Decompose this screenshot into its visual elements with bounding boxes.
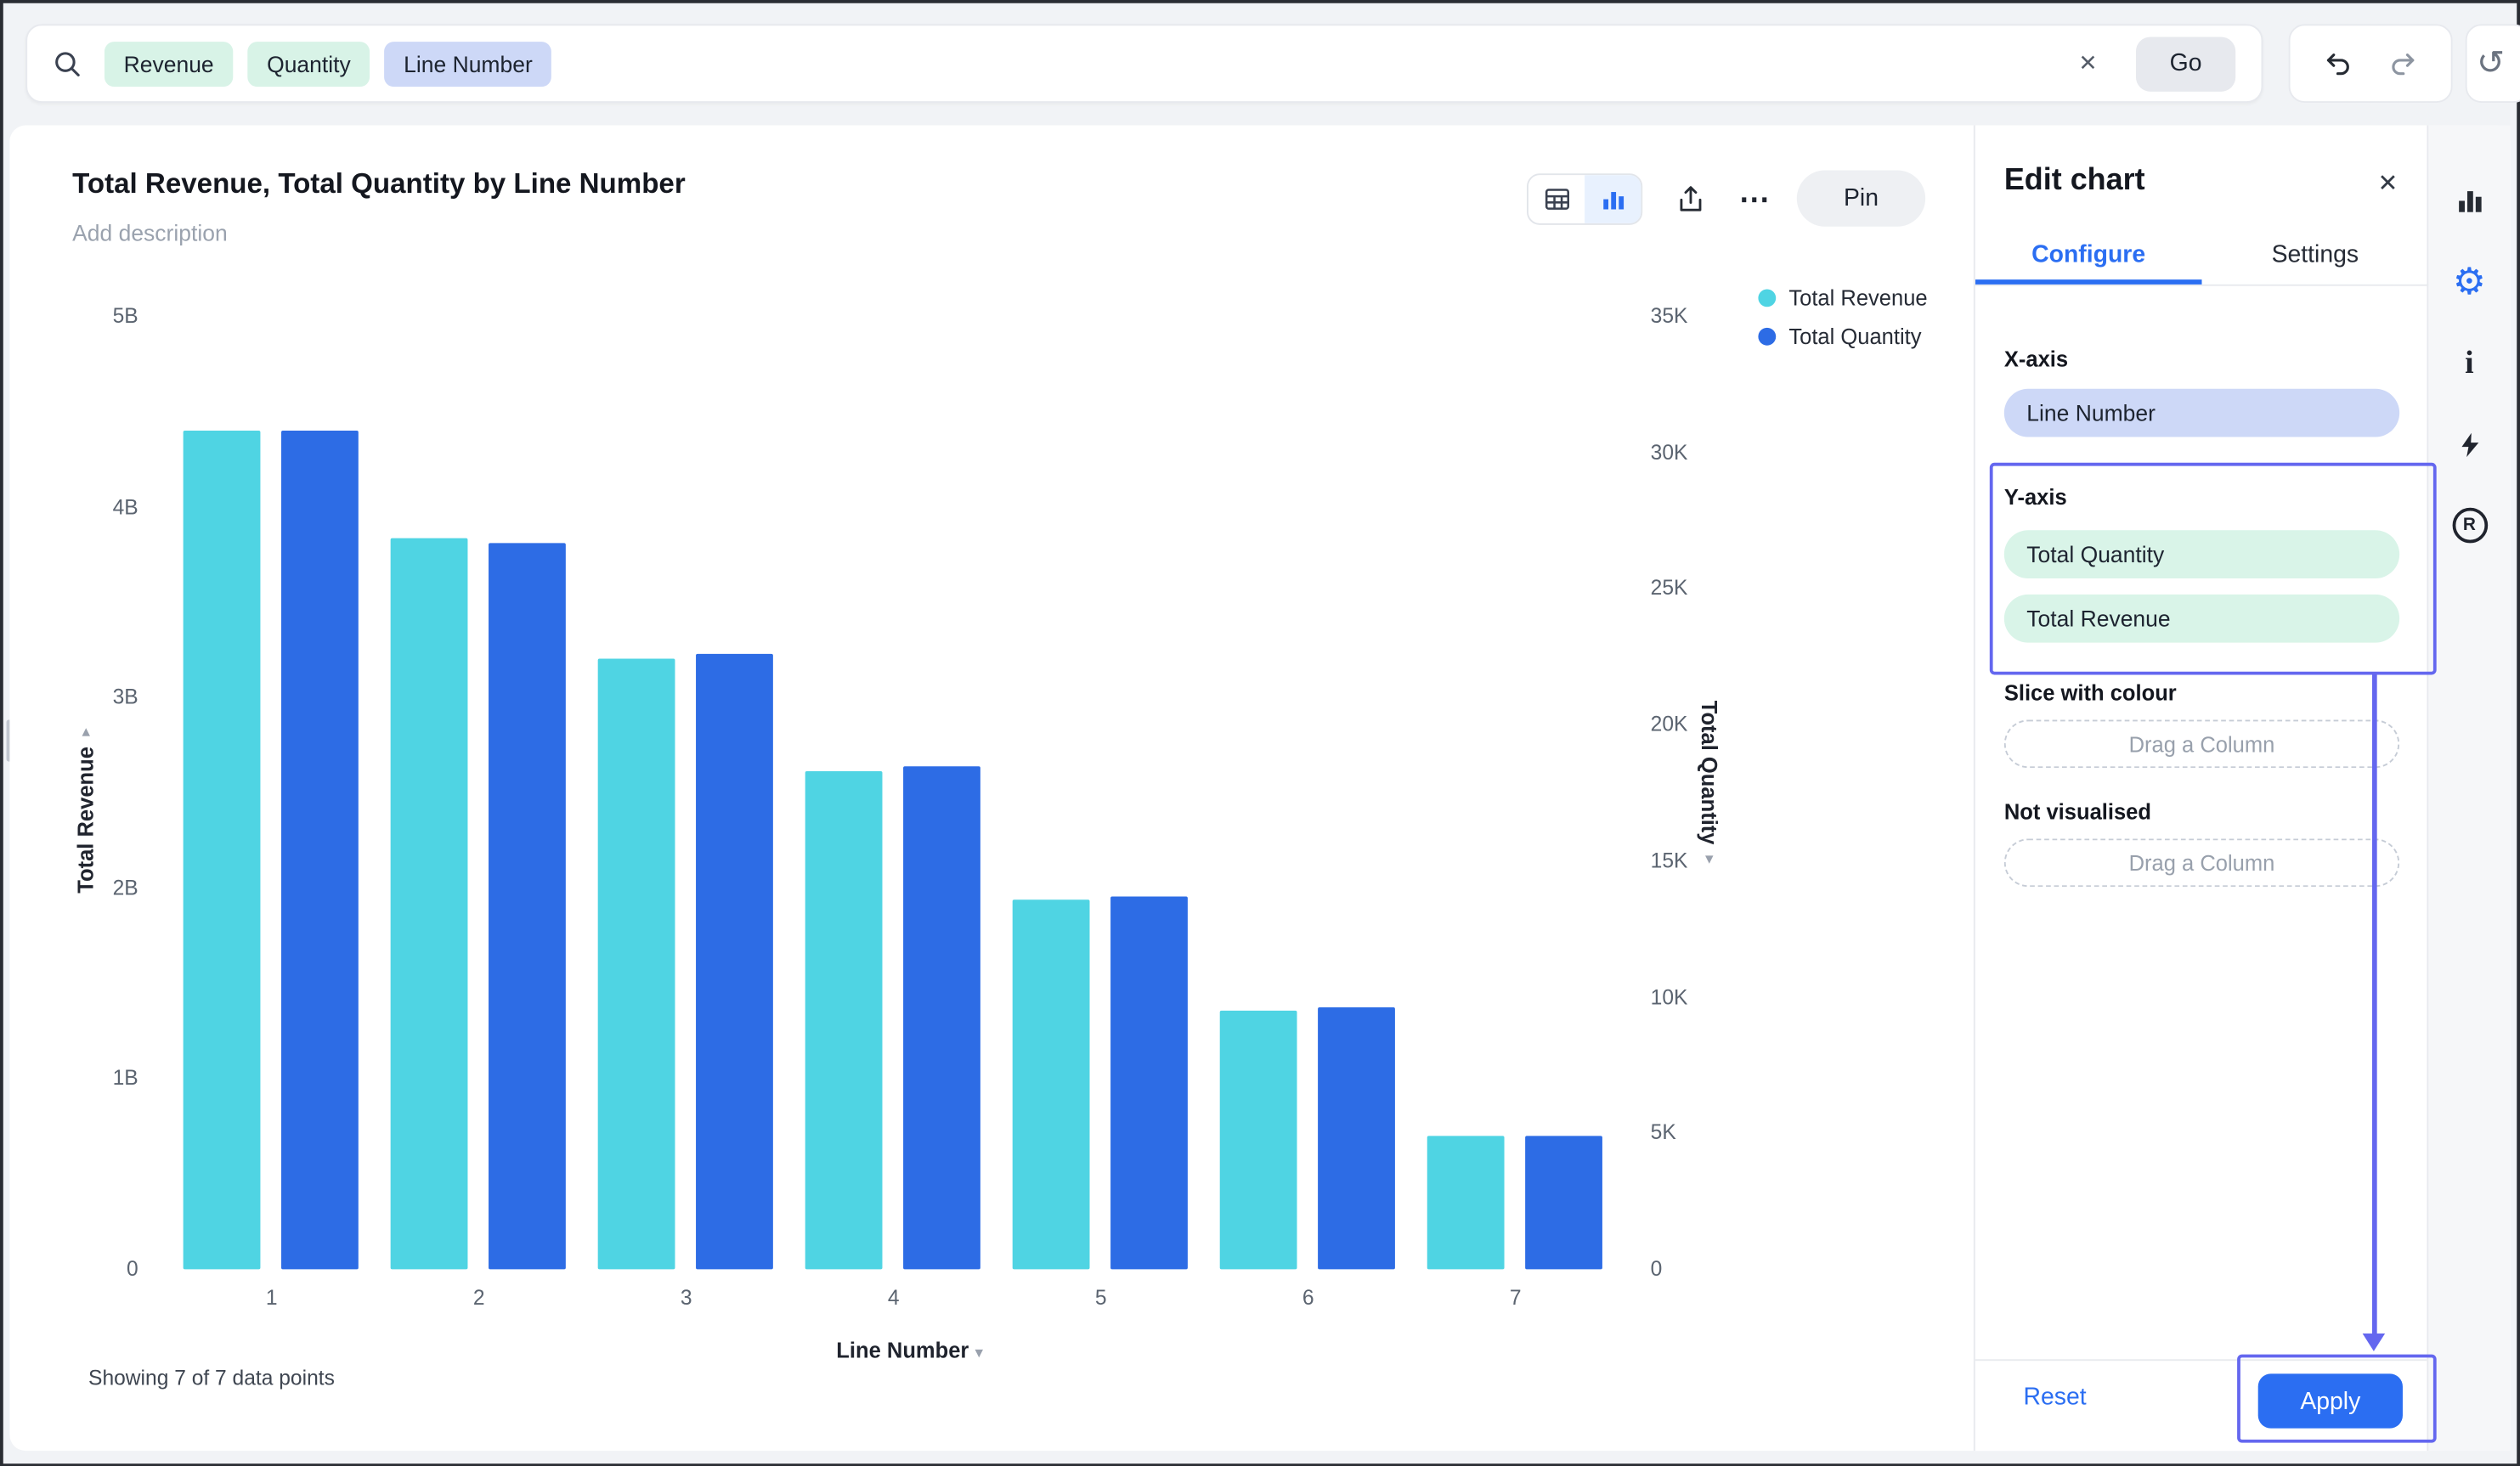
right-axis-tick: 15K [1650,848,1688,872]
r-analysis-icon[interactable]: R [2440,497,2498,555]
slice-with-colour-label: Slice with colour [2003,681,2177,706]
edit-panel-title: Edit chart [2003,163,2145,198]
left-axis-tick: 0 [126,1256,138,1281]
bar-total-quantity[interactable] [1110,896,1188,1270]
search-bar[interactable]: Revenue Quantity Line Number ✕ Go [25,24,2263,104]
x-axis-column-pill[interactable]: Line Number [2003,388,2400,437]
edit-panel-tabs: Configure Settings [1975,225,2429,286]
left-axis-tick: 3B [112,685,138,709]
not-visualised-drop-zone[interactable]: Drag a Column [2003,838,2400,888]
bar-total-quantity[interactable] [281,431,359,1270]
main-panel: Total Revenue, Total Quantity by Line Nu… [9,125,2511,1451]
panel-footer-divider [1975,1359,2427,1362]
bar-total-revenue[interactable] [1012,899,1090,1270]
y-axis-section-label: Y-axis [2003,485,2067,510]
left-axis-tick: 1B [112,1065,138,1091]
left-axis-tick: 4B [112,493,138,519]
search-token-line-number[interactable]: Line Number [384,41,552,87]
bar-total-revenue[interactable] [183,431,261,1270]
bar-total-quantity[interactable] [1525,1136,1602,1270]
apply-button[interactable]: Apply [2257,1373,2403,1429]
undo-icon[interactable] [2322,48,2354,80]
x-axis-tick: 5 [1094,1285,1107,1310]
right-axis-tick: 25K [1650,575,1688,600]
x-axis-tick: 1 [265,1285,278,1310]
bar-total-revenue[interactable] [1219,1010,1297,1270]
x-axis-tick: 3 [680,1285,692,1310]
chart-type-icon[interactable] [2440,172,2498,229]
app-window: Revenue Quantity Line Number ✕ Go ↺ Tota… [0,0,2520,1466]
gear-icon[interactable]: ⚙ [2440,252,2498,310]
close-icon[interactable]: ✕ [2377,169,2398,198]
bar-total-revenue[interactable] [390,537,468,1270]
go-button[interactable]: Go [2135,36,2236,91]
bar-total-quantity[interactable] [696,654,773,1270]
not-visualised-label: Not visualised [2003,800,2151,825]
bar-total-revenue[interactable] [805,771,883,1270]
y-axis-column-pill-revenue[interactable]: Total Revenue [2003,594,2400,643]
data-points-count: Showing 7 of 7 data points [88,1365,335,1390]
left-axis-tick: 5B [112,303,138,328]
right-axis-tick: 10K [1650,984,1688,1009]
search-token-quantity[interactable]: Quantity [247,41,370,87]
right-icon-rail: ⚙ i R [2427,125,2511,1451]
y-axis-column-pill-quantity[interactable]: Total Quantity [2003,530,2400,578]
bar-total-revenue[interactable] [1427,1136,1505,1270]
undo-redo-group [2288,24,2453,104]
x-axis-section-label: X-axis [2003,347,2069,371]
reset-button[interactable]: Reset [2024,1384,2087,1411]
history-group: ↺ [2465,24,2520,104]
redo-icon[interactable] [2387,48,2419,80]
search-icon [53,49,82,78]
right-axis-tick: 30K [1650,439,1688,465]
right-axis-tick: 20K [1650,712,1688,736]
lightning-icon[interactable] [2440,416,2498,474]
history-icon[interactable]: ↺ [2477,43,2505,83]
info-icon[interactable]: i [2440,334,2498,392]
bar-total-quantity[interactable] [903,765,980,1270]
right-axis-tick: 0 [1650,1256,1663,1281]
right-axis-tick: 35K [1650,303,1688,328]
x-axis-tick: 6 [1302,1285,1314,1310]
tab-configure[interactable]: Configure [1975,225,2202,285]
x-axis-tick: 7 [1509,1285,1522,1310]
right-axis-tick: 5K [1650,1119,1676,1145]
bar-total-revenue[interactable] [597,659,675,1270]
edit-chart-panel: Edit chart ✕ Configure Settings X-axis L… [1973,125,2429,1451]
bar-total-quantity[interactable] [489,542,566,1270]
x-axis-tick: 4 [887,1285,900,1310]
slice-drop-zone[interactable]: Drag a Column [2003,719,2400,769]
search-token-revenue[interactable]: Revenue [104,41,234,87]
left-axis-tick: 2B [112,875,138,899]
clear-search-icon[interactable]: ✕ [2062,50,2113,77]
bar-total-quantity[interactable] [1318,1007,1395,1270]
x-axis-tick: 2 [472,1285,485,1310]
tab-settings[interactable]: Settings [2201,225,2428,285]
